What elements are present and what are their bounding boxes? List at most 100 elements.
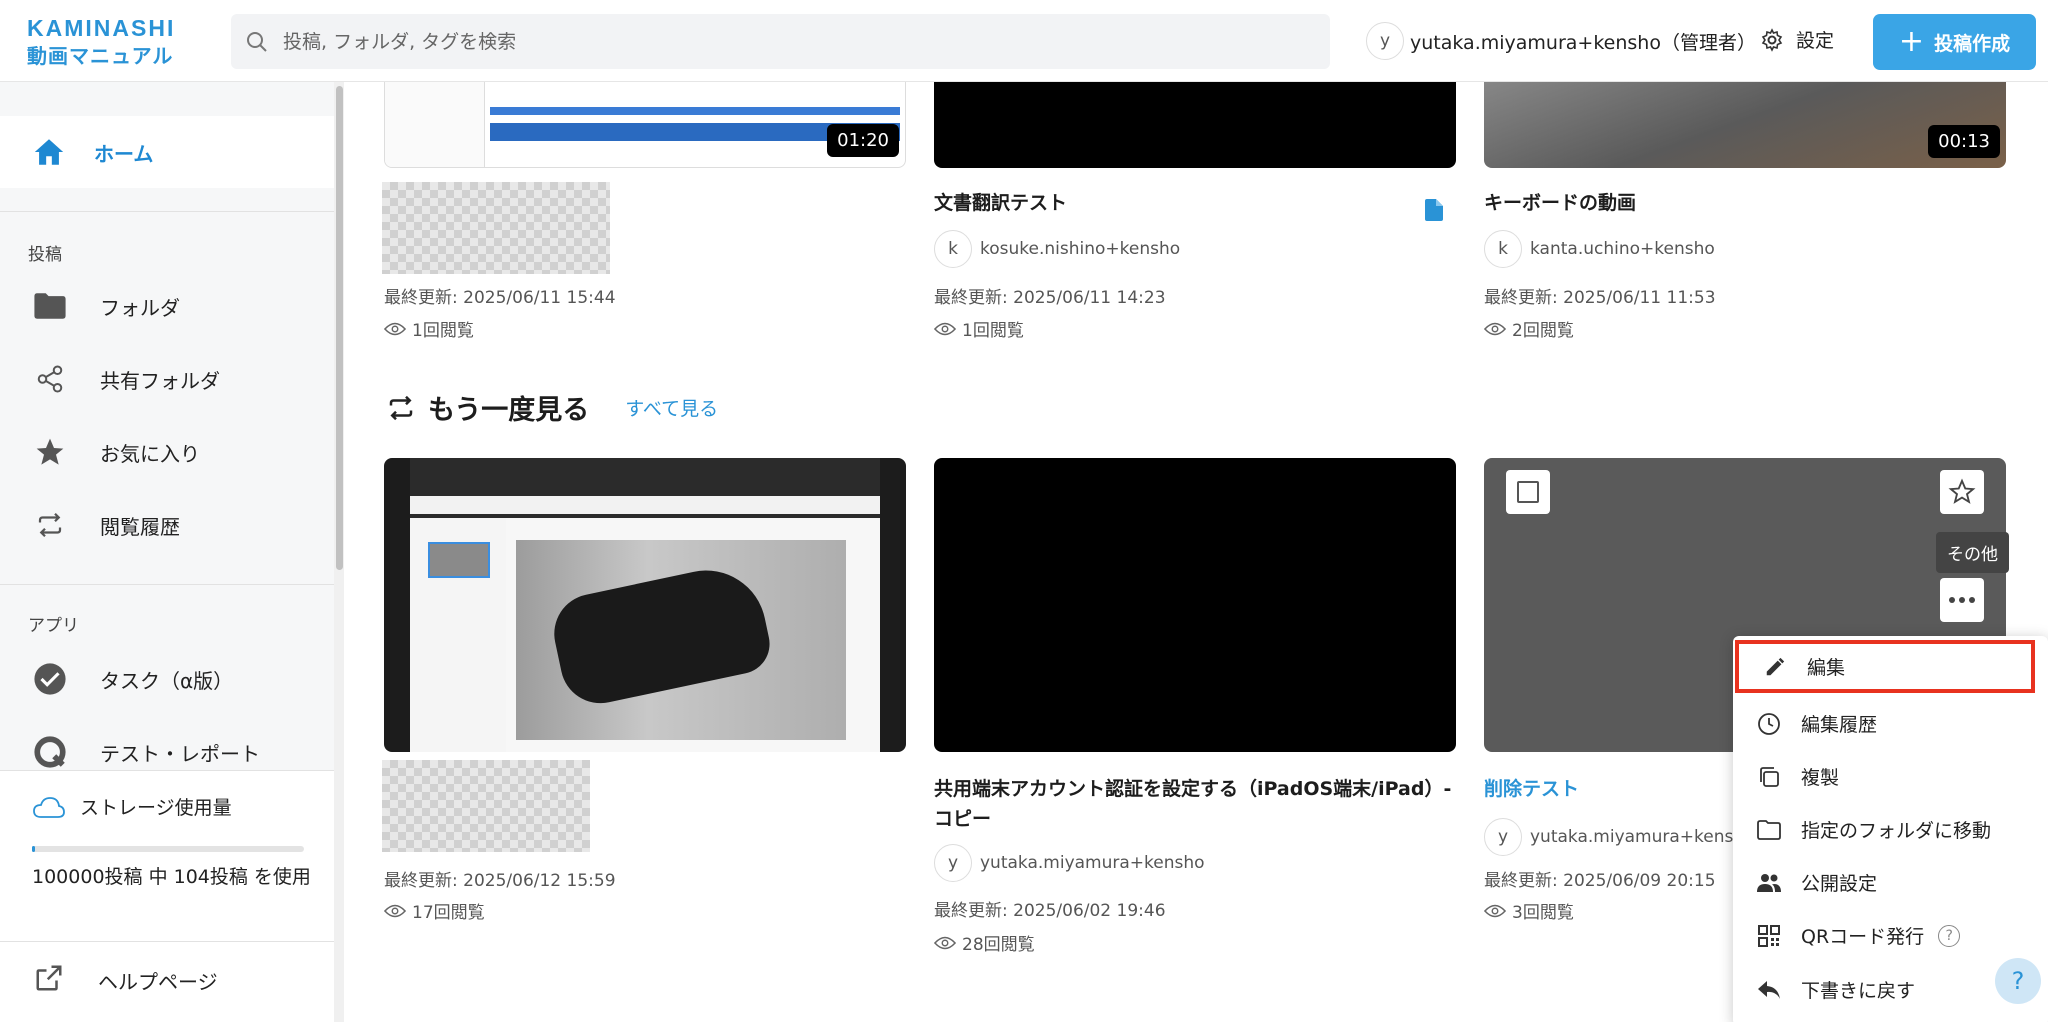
menu-item-edit[interactable]: 編集	[1735, 640, 2035, 693]
updated-date: 最終更新: 2025/06/12 15:59	[384, 871, 616, 891]
video-duration: 01:20	[827, 124, 899, 157]
menu-item-qr-code[interactable]: QRコード発行 ?	[1733, 909, 2048, 962]
help-circle-icon[interactable]: ?	[1938, 924, 1961, 947]
section-rewatch-header: もう一度見る すべて見る	[386, 388, 718, 427]
eye-icon	[384, 322, 406, 335]
folder-outline-icon	[1755, 819, 1783, 840]
sidebar-item-history[interactable]: 閲覧履歴	[0, 497, 334, 553]
blurred-title	[382, 760, 590, 852]
sidebar: ホーム 投稿 フォルダ 共有フォルダ お気に入り 閲覧履歴 アプリ タスク（α版…	[0, 82, 344, 1022]
eye-icon	[1484, 904, 1506, 917]
favorite-button[interactable]	[1940, 470, 1984, 514]
author-avatar: y	[1484, 818, 1522, 856]
settings-button[interactable]: 設定	[1760, 26, 1834, 53]
section-label-posts: 投稿	[28, 245, 62, 265]
view-count-label: 17回閲覧	[412, 903, 485, 923]
menu-item-edit-history[interactable]: 編集履歴	[1733, 697, 2048, 750]
sidebar-item-tasks[interactable]: タスク（α版）	[0, 651, 334, 707]
menu-item-label: 下書きに戻す	[1801, 980, 1916, 1002]
sidebar-item-label: 共有フォルダ	[100, 368, 220, 393]
star-outline-icon	[1948, 478, 1976, 504]
clock-icon	[1755, 712, 1783, 736]
menu-item-visibility[interactable]: 公開設定	[1733, 856, 2048, 909]
blurred-title	[382, 182, 610, 274]
video-thumbnail[interactable]: 01:20	[384, 82, 906, 168]
document-icon	[1425, 199, 1443, 221]
menu-item-move-to-folder[interactable]: 指定のフォルダに移動	[1733, 803, 2048, 856]
scrollbar-thumb[interactable]	[336, 86, 343, 570]
repeat-icon	[389, 395, 413, 420]
view-count: 28回閲覧	[934, 930, 1035, 955]
sidebar-item-home[interactable]: ホーム	[0, 116, 334, 188]
quiz-icon	[32, 734, 68, 770]
sidebar-item-shared-folder[interactable]: 共有フォルダ	[0, 351, 334, 407]
sidebar-item-label: お気に入り	[100, 441, 200, 466]
view-count: 1回閲覧	[384, 316, 474, 341]
view-count: 3回閲覧	[1484, 898, 1574, 923]
author-name: kosuke.nishino+kensho	[980, 239, 1181, 259]
more-button[interactable]	[1940, 578, 1984, 622]
sidebar-item-help[interactable]: ヘルプページ	[0, 963, 218, 997]
author: y yutaka.miyamura+kensho	[1484, 818, 1755, 856]
folder-icon	[32, 288, 68, 324]
copy-icon	[1755, 765, 1783, 789]
check-circle-icon	[32, 661, 68, 697]
view-count-label: 1回閲覧	[412, 321, 474, 341]
author: k kosuke.nishino+kensho	[934, 230, 1180, 268]
updated-date: 最終更新: 2025/06/02 19:46	[934, 901, 1166, 921]
storage-title: ストレージ使用量	[80, 797, 232, 819]
select-checkbox[interactable]	[1506, 470, 1550, 514]
new-post-button[interactable]: + 投稿作成	[1873, 14, 2036, 70]
storage-count: 100000投稿 中 104投稿 を使用	[32, 866, 311, 888]
sidebar-scrollbar[interactable]	[334, 82, 344, 1022]
card-title[interactable]: 文書翻訳テスト	[934, 188, 1067, 218]
storage-progress-bar	[32, 846, 304, 852]
logo-line1: KAMINASHI	[27, 15, 176, 41]
updated-date: 最終更新: 2025/06/09 20:15	[1484, 871, 1716, 891]
qr-code-icon	[1755, 924, 1783, 947]
section-title: もう一度見る	[428, 395, 590, 426]
search-bar[interactable]	[231, 14, 1330, 69]
search-input[interactable]	[283, 30, 1183, 53]
menu-item-label: 指定のフォルダに移動	[1801, 820, 1992, 842]
view-count: 2回閲覧	[1484, 316, 1574, 341]
author-name: yutaka.miyamura+kensho	[980, 853, 1205, 873]
sidebar-item-favorites[interactable]: お気に入り	[0, 424, 334, 480]
menu-item-duplicate[interactable]: 複製	[1733, 750, 2048, 803]
view-count: 1回閲覧	[934, 316, 1024, 341]
external-link-icon	[34, 963, 64, 997]
card-title[interactable]: 共用端末アカウント認証を設定する（iPadOS端末/iPad）- コピー	[934, 774, 1456, 834]
view-count-label: 28回閲覧	[962, 935, 1035, 955]
video-thumbnail[interactable]: 00:13	[1484, 82, 2006, 168]
menu-item-label: 編集	[1807, 657, 1846, 679]
author: k kanta.uchino+kensho	[1484, 230, 1715, 268]
user-name: yutaka.miyamura+kensho（管理者）	[1410, 31, 1756, 54]
section-label-apps: アプリ	[28, 616, 79, 636]
share-icon	[32, 361, 68, 397]
view-count-label: 1回閲覧	[962, 321, 1024, 341]
help-fab[interactable]: ?	[1995, 958, 2041, 1004]
tooltip: その他	[1936, 532, 2009, 573]
people-icon	[1755, 873, 1783, 893]
author-name: kanta.uchino+kensho	[1530, 239, 1715, 259]
sidebar-item-label: ホーム	[94, 141, 154, 166]
author-avatar: k	[934, 230, 972, 268]
sidebar-item-label: 閲覧履歴	[100, 514, 180, 539]
sidebar-item-label: タスク（α版）	[100, 668, 234, 693]
app-logo[interactable]: KAMINASHI 動画マニュアル	[27, 14, 175, 70]
sidebar-item-label: ヘルプページ	[98, 969, 218, 994]
video-thumbnail[interactable]	[934, 82, 1456, 168]
see-all-link[interactable]: すべて見る	[625, 394, 718, 421]
user-menu[interactable]: y yutaka.miyamura+kensho（管理者）	[1366, 22, 1756, 60]
card-title[interactable]: キーボードの動画	[1484, 188, 1636, 218]
reply-icon	[1755, 980, 1783, 1000]
eye-icon	[1484, 322, 1506, 335]
author-avatar: k	[1484, 230, 1522, 268]
author-name: yutaka.miyamura+kensho	[1530, 827, 1755, 847]
video-thumbnail[interactable]	[384, 458, 906, 752]
video-thumbnail[interactable]	[934, 458, 1456, 752]
sidebar-item-folder[interactable]: フォルダ	[0, 278, 334, 334]
card-title[interactable]: 削除テスト	[1484, 774, 1579, 804]
home-icon	[34, 139, 64, 165]
view-count-label: 2回閲覧	[1512, 321, 1574, 341]
